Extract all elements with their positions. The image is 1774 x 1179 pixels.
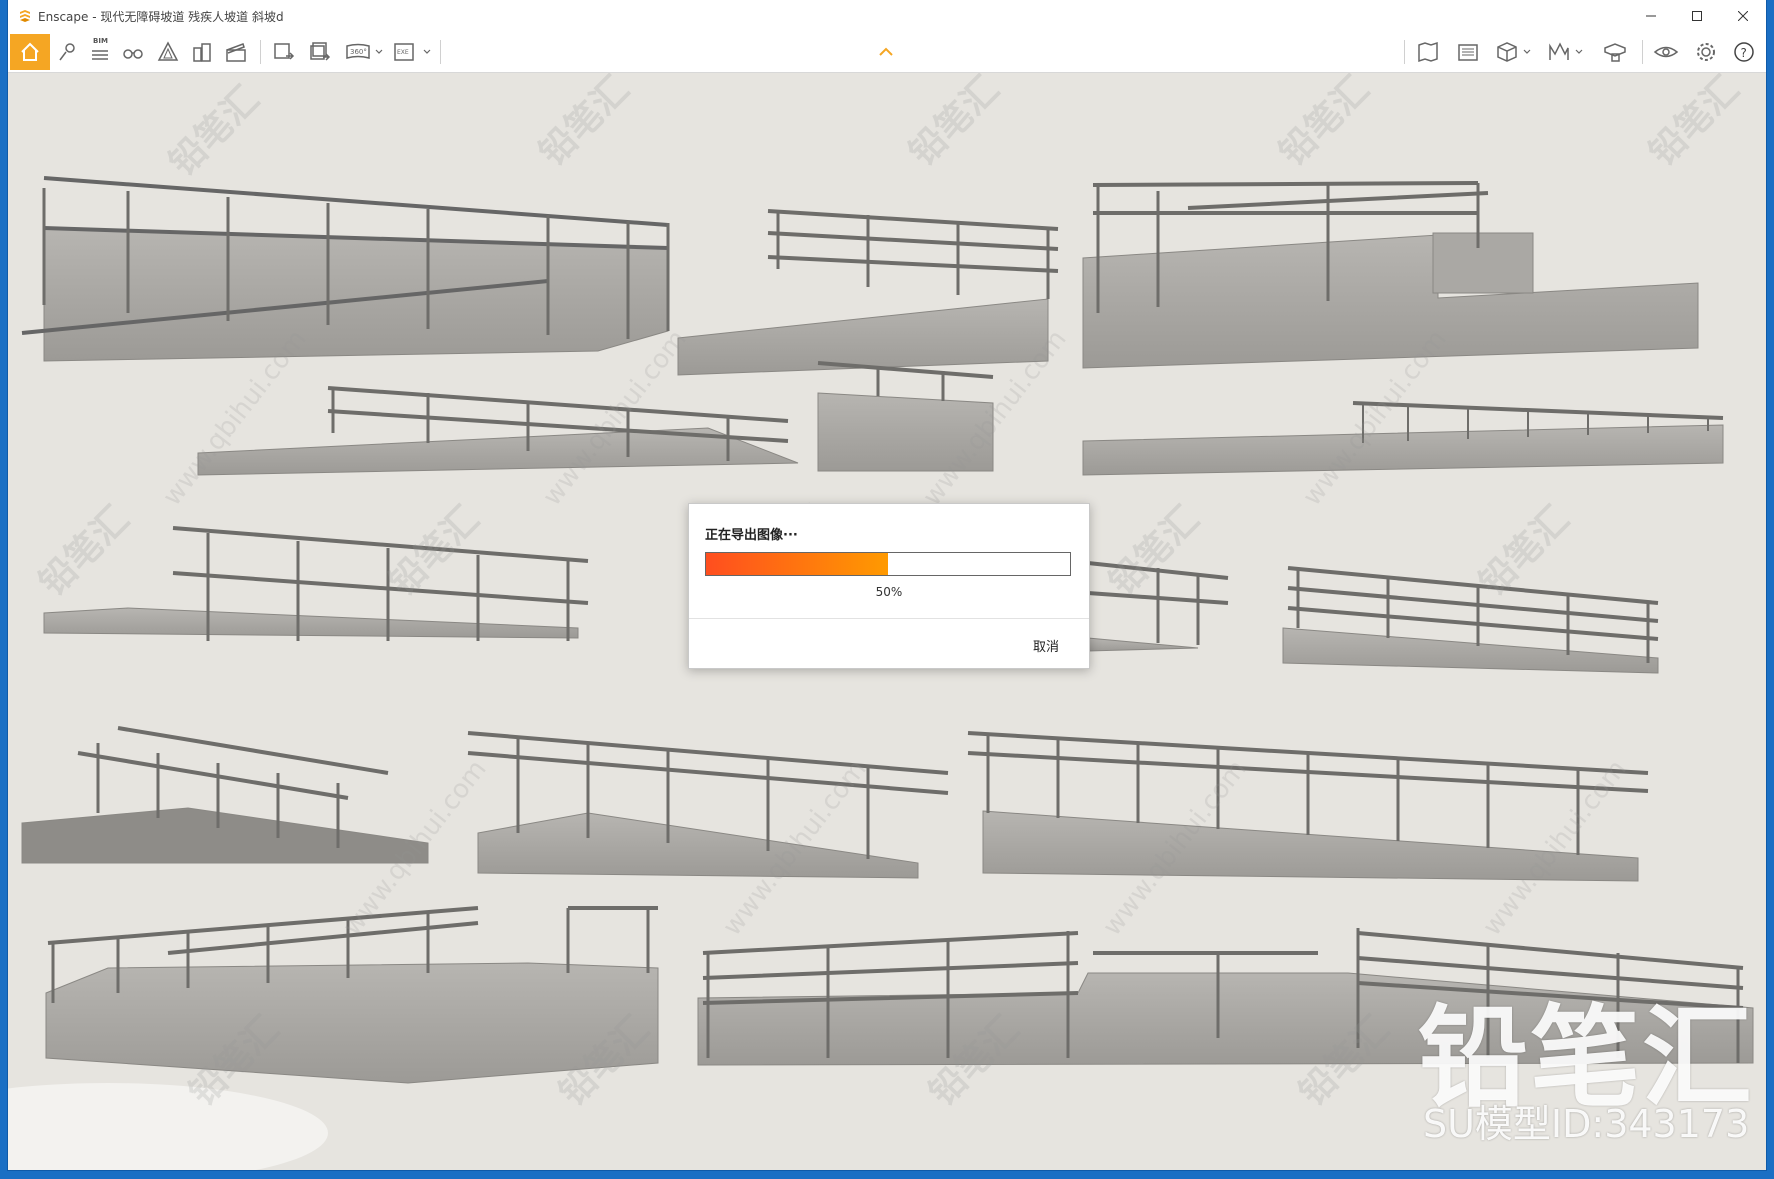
help-button[interactable]: ? [1728,36,1760,68]
settings-gear-icon [1697,43,1715,61]
ramp-model [197,386,799,476]
video-editor-button[interactable] [220,36,252,68]
render-viewport[interactable]: 铅笔汇 铅笔汇 铅笔汇 铅笔汇 铅笔汇 铅笔汇 铅笔汇 铅笔汇 铅笔汇 铅笔汇 … [8,73,1766,1170]
perspective-icon [157,41,179,61]
toolbar-separator [260,40,261,64]
ramp-model [43,526,589,641]
buildings-icon [193,43,211,62]
ramp-model [21,176,670,362]
visual-settings-icon [1653,46,1679,58]
batch-export-icon [310,42,331,61]
atlas-button[interactable] [1452,36,1484,68]
chevron-up-icon [879,47,893,56]
screenshot-export-icon [274,43,295,60]
atlas-icon [1458,44,1478,61]
svg-text:?: ? [1741,46,1747,60]
screenshot-export-button[interactable] [268,36,300,68]
ramp-model [1082,181,1699,369]
dialog-title: 正在导出图像··· [705,528,798,543]
perspective-button[interactable] [152,36,184,68]
bim-label: BIM [93,37,108,45]
panorama-360-icon: 360° [346,43,383,59]
maximize-icon [1692,11,1702,21]
model-id-watermark: SU模型ID:343173 [1423,1102,1750,1146]
home-button[interactable] [10,34,50,70]
toolbar-separator [440,40,441,64]
ramp-model [1087,561,1229,652]
collapse-toolbar-toggle[interactable] [874,42,898,62]
asset-library-icon [1549,42,1583,60]
ramp-model [677,209,1059,376]
map-icon [1418,41,1438,63]
ramp-model [817,361,994,472]
window-title: Enscape - 现代无障碍坡道 残疾人坡道 斜坡d [38,9,284,24]
progress-bar [705,552,1071,576]
close-icon [1738,11,1748,21]
progress-percent: 50% [875,585,903,599]
pano-label: 360° [350,48,367,56]
dialog-divider [689,618,1089,619]
toolbar-separator [1642,40,1643,64]
ramp-model [967,731,1649,882]
settings-button[interactable] [1690,36,1722,68]
material-editor-button[interactable] [1598,36,1632,68]
ramp-model [467,731,949,879]
asset-library-button[interactable] [1544,36,1588,68]
cancel-button[interactable]: 取消 [1033,636,1059,655]
ramp-model [21,726,429,864]
visual-settings-button[interactable] [1650,36,1682,68]
views-button[interactable] [52,36,84,68]
map-button[interactable] [1412,36,1444,68]
cube-icon [1497,42,1531,62]
exe-export-button[interactable]: EXE [390,36,434,68]
bim-button[interactable]: BIM [84,36,116,68]
ramp-model [1282,566,1659,674]
minimize-icon [1646,15,1656,17]
binoculars-icon [123,49,143,59]
cube-view-button[interactable] [1492,36,1536,68]
walk-mode-button[interactable] [116,36,150,68]
enscape-logo-icon [20,10,30,22]
exe-label: EXE [397,49,409,56]
location-pin-icon [59,43,75,61]
title-bar: Enscape - 现代无障碍坡道 残疾人坡道 斜坡d [8,0,1766,32]
clapper-icon [226,43,246,62]
toolbar: BIM 360° EXE ? [8,32,1766,73]
ramp-model [45,906,659,1084]
buildings-button[interactable] [186,36,218,68]
app-window: Enscape - 现代无障碍坡道 残疾人坡道 斜坡d BIM 360° EXE… [8,0,1766,1170]
export-progress-dialog: 正在导出图像··· 50% 取消 [688,503,1090,669]
exe-export-icon: EXE [394,43,431,61]
material-icon [1604,43,1626,62]
minimize-button[interactable] [1628,0,1674,32]
close-button[interactable] [1720,0,1766,32]
toolbar-separator [1404,40,1405,64]
panorama-export-button[interactable]: 360° [342,36,386,68]
maximize-button[interactable] [1674,0,1720,32]
help-icon: ? [1734,42,1754,62]
ramp-model [1082,401,1724,476]
progress-bar-fill [706,553,888,575]
batch-export-button[interactable] [304,36,336,68]
home-icon [21,42,39,61]
